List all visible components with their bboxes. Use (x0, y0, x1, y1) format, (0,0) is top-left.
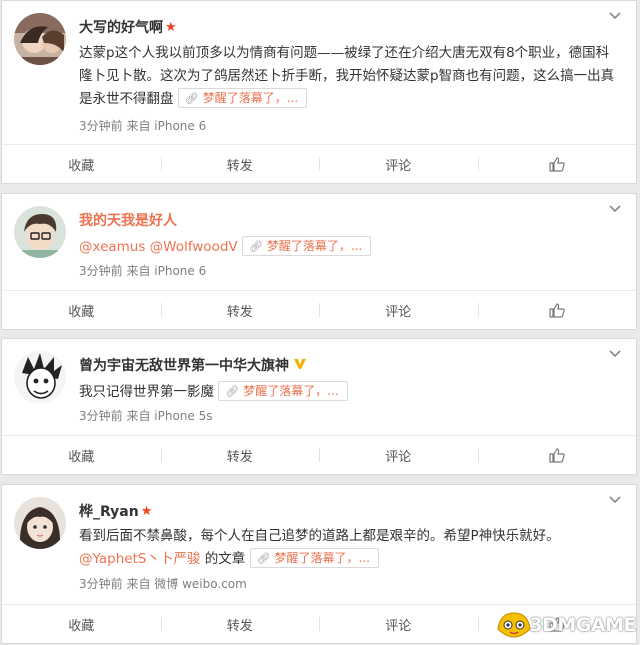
user-name[interactable]: 曾为宇宙无敌世界第一中华大旗神 (79, 355, 307, 375)
verified-v-icon (294, 359, 306, 369)
user-name-text[interactable]: 桦_Ryan (79, 504, 139, 520)
user-name[interactable]: 大写的好气啊 ★ (79, 17, 177, 37)
collect-label: 收藏 (68, 618, 95, 634)
avatar-photo (14, 497, 66, 549)
collect-button[interactable]: 收藏 (2, 605, 161, 643)
like-button[interactable] (477, 291, 637, 329)
comment-label: 评论 (385, 618, 412, 634)
article-link[interactable]: 🔗︎ 梦醒了落幕了，... (177, 88, 308, 108)
chevron-down-icon[interactable] (608, 495, 622, 505)
star-badge-icon: ★ (140, 504, 153, 519)
link-icon: 🔗︎ (248, 240, 263, 253)
like-button[interactable] (477, 436, 637, 474)
3dmgame-logo-icon (497, 612, 531, 638)
source: 来自 微博 weibo.com (126, 577, 247, 591)
user-name[interactable]: 我的天我是好人 (79, 210, 177, 230)
watermark-text: 3DMGAME (529, 614, 636, 636)
comment-label: 评论 (385, 449, 412, 465)
avatar-photo (14, 351, 66, 403)
forward-button[interactable]: 转发 (160, 436, 320, 474)
article-link-text[interactable]: 梦醒了落幕了，... (203, 91, 298, 105)
forward-label: 转发 (226, 618, 253, 634)
article-suffix: 的文章 (200, 551, 246, 567)
comment-button[interactable]: 评论 (319, 605, 478, 643)
article-link[interactable]: 🔗︎ 梦醒了落幕了，... (218, 381, 348, 401)
thumbs-up-icon (549, 447, 565, 463)
timestamp[interactable]: 3分钟前 (79, 409, 123, 423)
forward-button[interactable]: 转发 (160, 145, 320, 183)
star-badge-icon: ★ (165, 20, 177, 35)
chevron-down-icon[interactable] (608, 349, 622, 359)
comment-body: 达蒙p这个人我以前顶多以为情商有问题——被绿了还在介绍大唐无双有8个职业，德国科… (79, 45, 615, 107)
comment-label: 评论 (385, 158, 412, 174)
comment-text: @xeamus @WolfwoodV 🔗︎ 梦醒了落幕了，... (79, 236, 622, 259)
comment-button[interactable]: 评论 (319, 291, 478, 329)
comment-button[interactable]: 评论 (319, 436, 478, 474)
user-name[interactable]: 桦_Ryan ★ (79, 501, 152, 521)
article-link-text[interactable]: 梦醒了落幕了，... (267, 239, 362, 253)
forward-label: 转发 (226, 304, 253, 320)
article-link[interactable]: 🔗︎ 梦醒了落幕了，... (249, 548, 379, 568)
post-meta: 3分钟前 来自 iPhone 6 (79, 117, 206, 134)
collect-label: 收藏 (68, 304, 95, 320)
chevron-down-icon[interactable] (608, 11, 622, 21)
user-name-text[interactable]: 曾为宇宙无敌世界第一中华大旗神 (79, 358, 289, 374)
collect-button[interactable]: 收藏 (2, 291, 161, 329)
weibo-comment-card: 大写的好气啊 ★ 达蒙p这个人我以前顶多以为情商有问题——被绿了还在介绍大唐无双有… (1, 0, 637, 184)
article-ref: @YaphetS丶卜严骏 的文章 🔗︎ 梦醒了落幕了，... (79, 548, 622, 571)
avatar[interactable] (14, 497, 66, 549)
avatar-photo (14, 206, 66, 258)
link-icon: 🔗︎ (184, 92, 199, 105)
avatar[interactable] (14, 13, 66, 65)
link-icon: 🔗︎ (225, 385, 240, 398)
comment-body: 我只记得世界第一影魔 (79, 384, 214, 400)
forward-button[interactable]: 转发 (160, 291, 320, 329)
collect-label: 收藏 (68, 158, 95, 174)
collect-label: 收藏 (68, 449, 95, 465)
forward-button[interactable]: 转发 (160, 605, 320, 643)
thumbs-up-icon (549, 302, 565, 318)
post-meta: 3分钟前 来自 微博 weibo.com (79, 575, 247, 592)
thumbs-up-icon (549, 156, 565, 172)
comment-label: 评论 (385, 304, 412, 320)
timestamp[interactable]: 3分钟前 (79, 577, 123, 591)
article-link-text[interactable]: 梦醒了落幕了，... (275, 551, 370, 565)
comment-button[interactable]: 评论 (319, 145, 478, 183)
weibo-comment-card: 我的天我是好人 @xeamus @WolfwoodV 🔗︎ 梦醒了落幕了，... … (1, 193, 637, 330)
comment-text: 达蒙p这个人我以前顶多以为情商有问题——被绿了还在介绍大唐无双有8个职业，德国科… (79, 42, 622, 111)
action-bar: 收藏 转发 评论 (2, 435, 636, 474)
avatar[interactable] (14, 206, 66, 258)
weibo-comment-card: 曾为宇宙无敌世界第一中华大旗神 我只记得世界第一影魔 🔗︎ 梦醒了落幕了，... … (1, 338, 637, 475)
comment-body: 看到后面不禁鼻酸，每个人在自己追梦的道路上都是艰辛的。希望P神快乐就好。 (79, 528, 560, 544)
comment-text: 看到后面不禁鼻酸，每个人在自己追梦的道路上都是艰辛的。希望P神快乐就好。 (79, 525, 622, 548)
avatar-photo (14, 13, 66, 65)
like-button[interactable] (477, 145, 637, 183)
action-bar: 收藏 转发 评论 (2, 144, 636, 183)
post-meta: 3分钟前 来自 iPhone 5s (79, 407, 213, 424)
timestamp[interactable]: 3分钟前 (79, 264, 123, 278)
action-bar: 收藏 转发 评论 (2, 290, 636, 329)
collect-button[interactable]: 收藏 (2, 436, 161, 474)
user-name-text[interactable]: 大写的好气啊 (79, 20, 163, 36)
comment-text: 我只记得世界第一影魔 🔗︎ 梦醒了落幕了，... (79, 381, 622, 404)
mention-link[interactable]: @xeamus @WolfwoodV (79, 239, 238, 255)
mention-link[interactable]: @YaphetS丶卜严骏 (79, 551, 200, 567)
source: 来自 iPhone 5s (126, 409, 213, 423)
link-icon: 🔗︎ (256, 552, 271, 565)
user-name-text[interactable]: 我的天我是好人 (79, 213, 177, 229)
article-link[interactable]: 🔗︎ 梦醒了落幕了，... (241, 236, 372, 256)
chevron-down-icon[interactable] (608, 204, 622, 214)
post-meta: 3分钟前 来自 iPhone 6 (79, 262, 206, 279)
source: 来自 iPhone 6 (126, 264, 207, 278)
source: 来自 iPhone 6 (126, 119, 207, 133)
forward-label: 转发 (226, 158, 253, 174)
article-link-text[interactable]: 梦醒了落幕了，... (243, 384, 338, 398)
collect-button[interactable]: 收藏 (2, 145, 161, 183)
timestamp[interactable]: 3分钟前 (79, 119, 123, 133)
forward-label: 转发 (226, 449, 253, 465)
avatar[interactable] (14, 351, 66, 403)
